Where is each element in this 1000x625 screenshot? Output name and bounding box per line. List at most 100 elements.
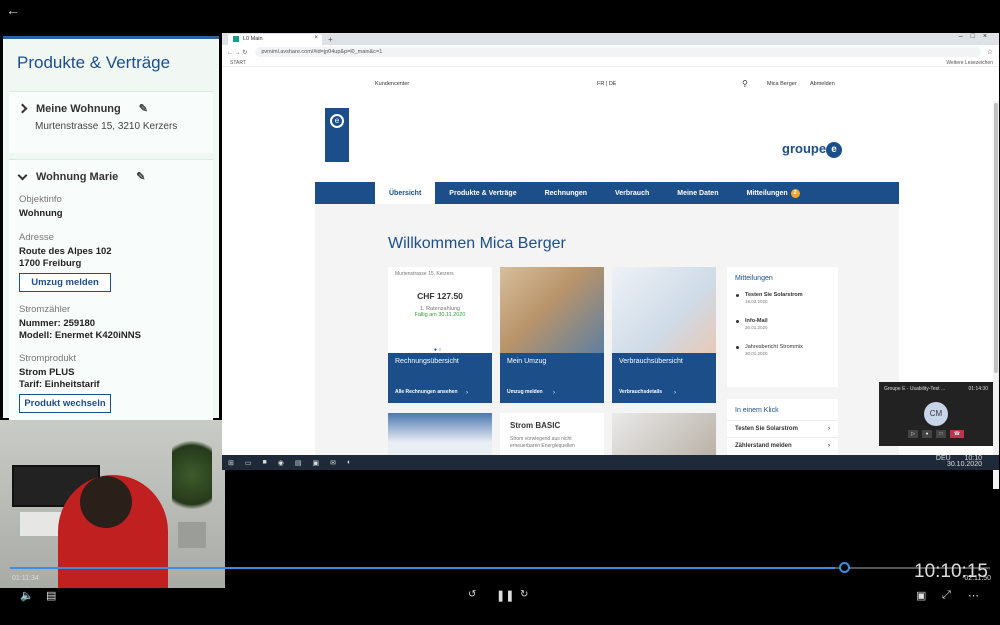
- tray-date: 30.10.2020: [946, 461, 982, 468]
- progress-played[interactable]: [10, 567, 835, 569]
- exit-fullscreen-icon[interactable]: ⤢: [942, 589, 951, 602]
- quick-link-label: Zählerstand melden: [735, 443, 792, 449]
- seek-knob[interactable]: [839, 562, 850, 573]
- bookmark-start[interactable]: START: [230, 60, 246, 66]
- bill-tile[interactable]: Murtenstrasse 15, Kerzers CHF 127.50 1. …: [388, 267, 492, 403]
- strom-text: Strom vorwiegend aus nicht erneuerbaren …: [510, 436, 575, 449]
- chevron-down-icon[interactable]: [17, 170, 28, 180]
- start-icon[interactable]: ⊞: [228, 459, 234, 467]
- avatar: CM: [924, 402, 948, 426]
- mic-icon[interactable]: ●: [922, 430, 932, 438]
- new-tab-icon[interactable]: +: [328, 35, 333, 45]
- bill-amount: CHF 127.50: [417, 291, 463, 301]
- teams-call-window[interactable]: Groupe E - Usability-Test ... 01:14:30 CM…: [879, 382, 993, 446]
- chevron-right-icon[interactable]: [17, 103, 28, 114]
- star-icon[interactable]: ☆: [987, 48, 993, 56]
- user-menu[interactable]: Mica Berger: [767, 81, 797, 87]
- message-date: 18.02.2020: [745, 299, 768, 304]
- chevron-right-icon: ›: [466, 390, 468, 396]
- url-field[interactable]: pvmiml.avshare.com/#id=jp04up&p=l0_main&…: [255, 47, 981, 57]
- tile-link[interactable]: Alle Rechnungen ansehen: [395, 389, 458, 395]
- quick-link-label: Testen Sie Solarstrom: [735, 426, 798, 432]
- forward-30-icon[interactable]: ↻: [520, 589, 528, 600]
- more-icon[interactable]: ⋯: [968, 589, 979, 602]
- logout-link[interactable]: Abmelden: [810, 81, 835, 87]
- webcam-plant: [172, 430, 212, 520]
- quick-link[interactable]: Testen Sie Solarstrom ›: [727, 420, 838, 437]
- ski-photo: [388, 413, 492, 455]
- call-title: Groupe E - Usability-Test ...: [884, 386, 946, 392]
- nav-mitteilungen[interactable]: Mitteilungen 2: [732, 182, 813, 204]
- app-icon[interactable]: ◐: [347, 459, 351, 466]
- consumption-tile[interactable]: Verbrauchsübersicht Verbrauchsdetails ›: [612, 267, 716, 403]
- tile-link[interactable]: Umzug melden: [507, 389, 543, 395]
- brand-text: groupe: [782, 141, 827, 156]
- bookmarks-bar: START Weitere Lesezeichen: [222, 59, 999, 67]
- apartment-card-1[interactable]: Meine Wohnung ✎ Murtenstrasse 15, 3210 Ke…: [9, 91, 213, 153]
- chrome-app-icon[interactable]: ◉: [278, 459, 284, 467]
- zaehler-modell: Modell: Enermet K420iNNS: [19, 330, 141, 341]
- mail-app-icon[interactable]: ✉: [330, 459, 336, 467]
- tile-title: Mein Umzug: [507, 358, 547, 365]
- taskview-icon[interactable]: ▭: [245, 459, 252, 467]
- scroll-thumb[interactable]: [994, 103, 998, 373]
- groupe-e-logo[interactable]: e: [325, 108, 349, 162]
- notification-badge: 2: [790, 188, 800, 198]
- tile-link[interactable]: Verbrauchsdetails: [619, 389, 662, 395]
- pencil-icon[interactable]: ✎: [136, 170, 145, 183]
- kundencenter-link[interactable]: Kundencenter: [375, 81, 409, 87]
- close-tab-icon[interactable]: ×: [314, 35, 318, 41]
- address-bar: ← → ↻ pvmiml.avshare.com/#id=jp04up&p=l0…: [222, 45, 999, 59]
- chevron-right-icon: ›: [674, 390, 676, 396]
- products-panel: Produkte & Verträge Meine Wohnung ✎ Murte…: [3, 36, 219, 427]
- hangup-icon[interactable]: ☎: [950, 430, 964, 438]
- window-controls[interactable]: –□×: [959, 33, 995, 40]
- nav-uebersicht[interactable]: Übersicht: [375, 182, 436, 204]
- strom-tile[interactable]: Strom BASIC Strom vorwiegend aus nicht e…: [500, 413, 604, 455]
- browser-tab[interactable]: L0 Main ×: [228, 34, 322, 45]
- message-item[interactable]: Testen Sie Solarstrom: [727, 288, 838, 298]
- move-tile[interactable]: Mein Umzug Umzug melden ›: [500, 267, 604, 403]
- quick-link[interactable]: Zählerstand melden ›: [727, 437, 838, 454]
- panel-title: Produkte & Verträge: [17, 53, 171, 72]
- rewind-10-icon[interactable]: ↺: [468, 589, 476, 600]
- move-button[interactable]: Umzug melden: [19, 273, 111, 292]
- chart-photo: [612, 267, 716, 353]
- nav-arrows-icon[interactable]: ← → ↻: [227, 49, 247, 56]
- camera-icon[interactable]: ▷: [908, 430, 918, 438]
- nav-rechnungen[interactable]: Rechnungen: [531, 182, 601, 204]
- quick-title: In einem Klick: [735, 407, 779, 414]
- volume-icon[interactable]: 🔈: [20, 589, 34, 602]
- language-switch[interactable]: FR | DE: [597, 81, 616, 87]
- message-item[interactable]: Info-Mail: [727, 314, 838, 324]
- produkt-label: Stromprodukt: [19, 353, 77, 364]
- page-scrollbar[interactable]: [993, 101, 999, 489]
- captions-icon[interactable]: ▤: [46, 589, 56, 602]
- nav-meine-daten[interactable]: Meine Daten: [663, 182, 732, 204]
- other-bookmarks[interactable]: Weitere Lesezeichen: [946, 60, 993, 66]
- back-arrow-icon[interactable]: ←: [6, 2, 20, 18]
- pencil-icon[interactable]: ✎: [139, 102, 148, 115]
- system-tray: DEU 10:10 30.10.2020: [936, 455, 993, 468]
- bill-address: Murtenstrasse 15, Kerzers: [395, 271, 454, 277]
- pause-icon[interactable]: ❚❚: [496, 589, 514, 602]
- tab-bar: L0 Main × + –□×: [222, 33, 999, 45]
- tile-title: Rechnungsübersicht: [395, 358, 459, 365]
- brand-e: e: [826, 141, 843, 158]
- nav-verbrauch[interactable]: Verbrauch: [601, 182, 663, 204]
- message-item[interactable]: Jahresbericht Strommix: [727, 340, 838, 350]
- teams-app-icon[interactable]: ■: [263, 459, 267, 466]
- objekt-label: Objektinfo: [19, 194, 62, 205]
- share-icon[interactable]: □: [936, 430, 946, 438]
- outlook-app-icon[interactable]: ▣: [312, 459, 319, 467]
- pip-icon[interactable]: ▣: [916, 589, 926, 602]
- explorer-app-icon[interactable]: ▤: [295, 459, 302, 467]
- moving-photo: [500, 267, 604, 353]
- change-product-button[interactable]: Produkt wechseln: [19, 394, 111, 413]
- apartment-address: Murtenstrasse 15, 3210 Kerzers: [35, 121, 178, 132]
- webcam-person-head: [80, 476, 132, 528]
- search-icon[interactable]: ⚲: [742, 79, 748, 88]
- message-date: 30.01.2020: [745, 351, 768, 356]
- nav-produkte[interactable]: Produkte & Verträge: [435, 182, 530, 204]
- tab-title: L0 Main: [243, 36, 263, 42]
